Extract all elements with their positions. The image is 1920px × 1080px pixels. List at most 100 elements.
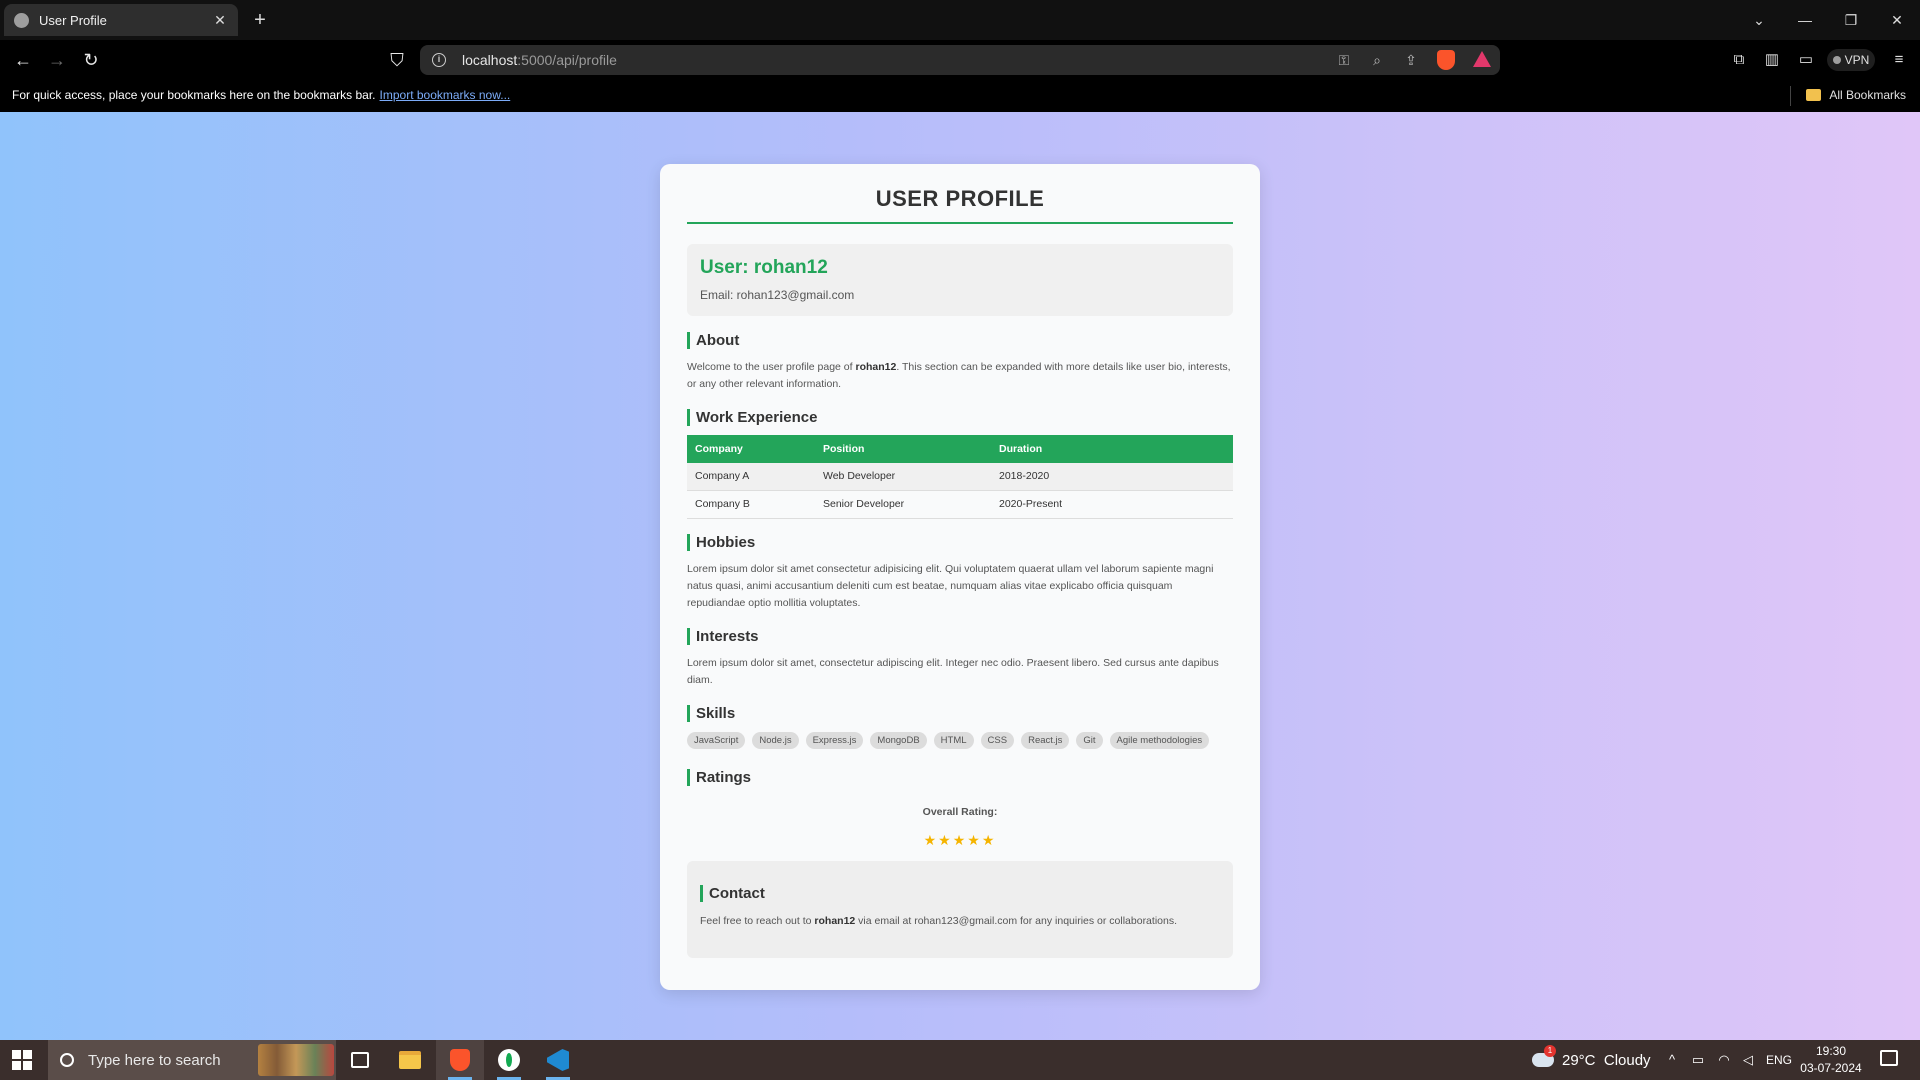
column-header-company: Company xyxy=(687,435,815,463)
url-text: localhost:5000/api/profile xyxy=(462,52,617,68)
speaker-icon[interactable]: ◁ xyxy=(1738,1050,1758,1070)
page-viewport: USER PROFILE User: rohan12 Email: rohan1… xyxy=(0,112,1920,1040)
menu-icon[interactable]: ≡ xyxy=(1888,49,1910,71)
bookmarks-message: For quick access, place your bookmarks h… xyxy=(12,88,510,102)
weather-temperature: 29°C xyxy=(1562,1051,1596,1069)
password-key-icon[interactable]: ⚿ xyxy=(1335,51,1353,69)
clock-date: 03-07-2024 xyxy=(1800,1061,1862,1075)
interests-text: Lorem ipsum dolor sit amet, consectetur … xyxy=(687,657,1219,686)
mongodb-compass-icon xyxy=(498,1049,520,1071)
about-heading: About xyxy=(687,332,1233,349)
work-experience-table: Company Position Duration Company A Web … xyxy=(687,435,1233,519)
weather-description: Cloudy xyxy=(1603,1051,1651,1069)
zoom-icon[interactable]: ⌕ xyxy=(1368,51,1386,69)
cloud-icon: 1 xyxy=(1532,1045,1556,1067)
clock[interactable]: 19:30 03-07-2024 xyxy=(1790,1043,1872,1077)
brave-shields-icon[interactable] xyxy=(1437,50,1455,70)
extensions-icon[interactable]: ⧉ xyxy=(1728,49,1750,71)
skill-tag: JavaScript xyxy=(687,732,746,749)
profile-card: USER PROFILE User: rohan12 Email: rohan1… xyxy=(660,164,1260,990)
search-highlight-image[interactable] xyxy=(258,1044,334,1076)
skills-list: JavaScript Node.js Express.js MongoDB HT… xyxy=(687,732,1233,749)
hobbies-text: Lorem ipsum dolor sit amet consectetur a… xyxy=(687,563,1214,609)
bookmarks-bar: For quick access, place your bookmarks h… xyxy=(0,80,1920,112)
url-host: localhost xyxy=(462,52,518,68)
tab-strip: User Profile ✕ + ⌄ — ❐ ✕ xyxy=(0,0,1920,40)
clock-time: 19:30 xyxy=(1815,1044,1847,1058)
taskbar-file-explorer[interactable] xyxy=(386,1040,434,1080)
search-icon xyxy=(60,1053,74,1067)
site-info-icon[interactable]: i xyxy=(432,53,446,67)
username-heading: User: rohan12 xyxy=(700,257,828,278)
taskbar-vscode[interactable] xyxy=(534,1040,582,1080)
minimize-icon[interactable]: — xyxy=(1782,0,1828,40)
skill-tag: Express.js xyxy=(805,732,864,749)
contact-text: Feel free to reach out to rohan12 via em… xyxy=(700,913,1220,930)
vscode-icon xyxy=(547,1049,569,1071)
sidebar-icon[interactable]: ▥ xyxy=(1761,49,1783,71)
brave-rewards-icon[interactable] xyxy=(1473,51,1491,67)
table-cell-company: Company B xyxy=(687,490,815,519)
close-window-icon[interactable]: ✕ xyxy=(1874,0,1920,40)
work-experience-heading: Work Experience xyxy=(687,409,1233,426)
task-view-button[interactable] xyxy=(336,1040,384,1080)
user-info-box: User: rohan12 Email: rohan123@gmail.com xyxy=(687,244,1233,316)
network-icon[interactable]: ◠ xyxy=(1714,1050,1734,1070)
wallet-icon[interactable]: ▭ xyxy=(1795,49,1817,71)
import-bookmarks-link[interactable]: Import bookmarks now... xyxy=(380,88,511,102)
close-tab-icon[interactable]: ✕ xyxy=(212,12,228,29)
vpn-label: VPN xyxy=(1844,53,1870,67)
contact-text-start: Feel free to reach out to xyxy=(700,915,815,927)
skill-tag: React.js xyxy=(1021,732,1070,749)
table-cell-duration: 2018-2020 xyxy=(991,463,1233,491)
tab-user-profile[interactable]: User Profile ✕ xyxy=(4,4,238,36)
battery-icon[interactable]: ▭ xyxy=(1688,1050,1708,1070)
back-arrow-icon[interactable]: ← xyxy=(10,48,36,72)
skill-tag: Node.js xyxy=(752,732,799,749)
column-header-position: Position xyxy=(815,435,991,463)
tab-search-chevron-icon[interactable]: ⌄ xyxy=(1736,0,1782,40)
language-indicator[interactable]: ENG xyxy=(1766,1040,1792,1080)
taskbar-mongodb-compass[interactable] xyxy=(485,1040,533,1080)
taskbar-brave-browser[interactable] xyxy=(436,1040,484,1080)
reload-icon[interactable]: ↻ xyxy=(78,48,104,72)
windows-start-icon[interactable] xyxy=(12,1050,32,1070)
skill-tag: Agile methodologies xyxy=(1109,732,1210,749)
contact-box: Contact Feel free to reach out to rohan1… xyxy=(687,861,1233,958)
forward-arrow-icon[interactable]: → xyxy=(44,48,70,72)
contact-heading: Contact xyxy=(700,885,1220,902)
skill-tag: MongoDB xyxy=(870,732,927,749)
user-email: Email: rohan123@gmail.com xyxy=(700,288,855,302)
vpn-button[interactable]: VPN xyxy=(1827,49,1875,71)
vpn-status-icon xyxy=(1832,56,1841,64)
table-row: Company A Web Developer 2018-2020 xyxy=(687,463,1233,491)
skills-heading: Skills xyxy=(687,705,1233,722)
table-header-row: Company Position Duration xyxy=(687,435,1233,463)
taskbar-search-placeholder: Type here to search xyxy=(88,1051,221,1069)
share-icon[interactable]: ⇪ xyxy=(1402,51,1420,69)
about-username: rohan12 xyxy=(855,361,897,373)
restore-icon[interactable]: ❐ xyxy=(1828,0,1874,40)
rating-stars-icon: ★★★★★ xyxy=(923,832,997,848)
tab-title: User Profile xyxy=(39,12,107,28)
new-tab-button[interactable]: + xyxy=(248,6,272,34)
taskbar: Type here to search 1 29°C Cloudy ^ ▭ ◠ … xyxy=(0,1040,1920,1080)
weather-widget[interactable]: 1 29°C Cloudy xyxy=(1532,1040,1651,1080)
bookmarks-message-text: For quick access, place your bookmarks h… xyxy=(12,88,376,102)
overall-rating-label: Overall Rating: xyxy=(922,806,998,818)
notification-icon[interactable] xyxy=(1880,1050,1898,1066)
about-text: Welcome to the user profile page of roha… xyxy=(687,359,1233,393)
brave-browser-icon xyxy=(450,1049,470,1071)
file-explorer-icon xyxy=(399,1051,421,1069)
bookmark-icon[interactable]: ⛉ xyxy=(384,48,410,72)
globe-icon xyxy=(14,12,29,28)
bookmarks-divider xyxy=(1790,86,1791,106)
chevron-up-icon[interactable]: ^ xyxy=(1662,1050,1682,1070)
task-view-icon xyxy=(351,1052,369,1068)
weather-badge: 1 xyxy=(1544,1045,1556,1057)
column-header-duration: Duration xyxy=(991,435,1233,463)
skill-tag: CSS xyxy=(980,732,1015,749)
folder-icon xyxy=(1806,89,1822,101)
all-bookmarks-button[interactable]: All Bookmarks xyxy=(1806,88,1906,102)
table-cell-duration: 2020-Present xyxy=(991,490,1233,519)
